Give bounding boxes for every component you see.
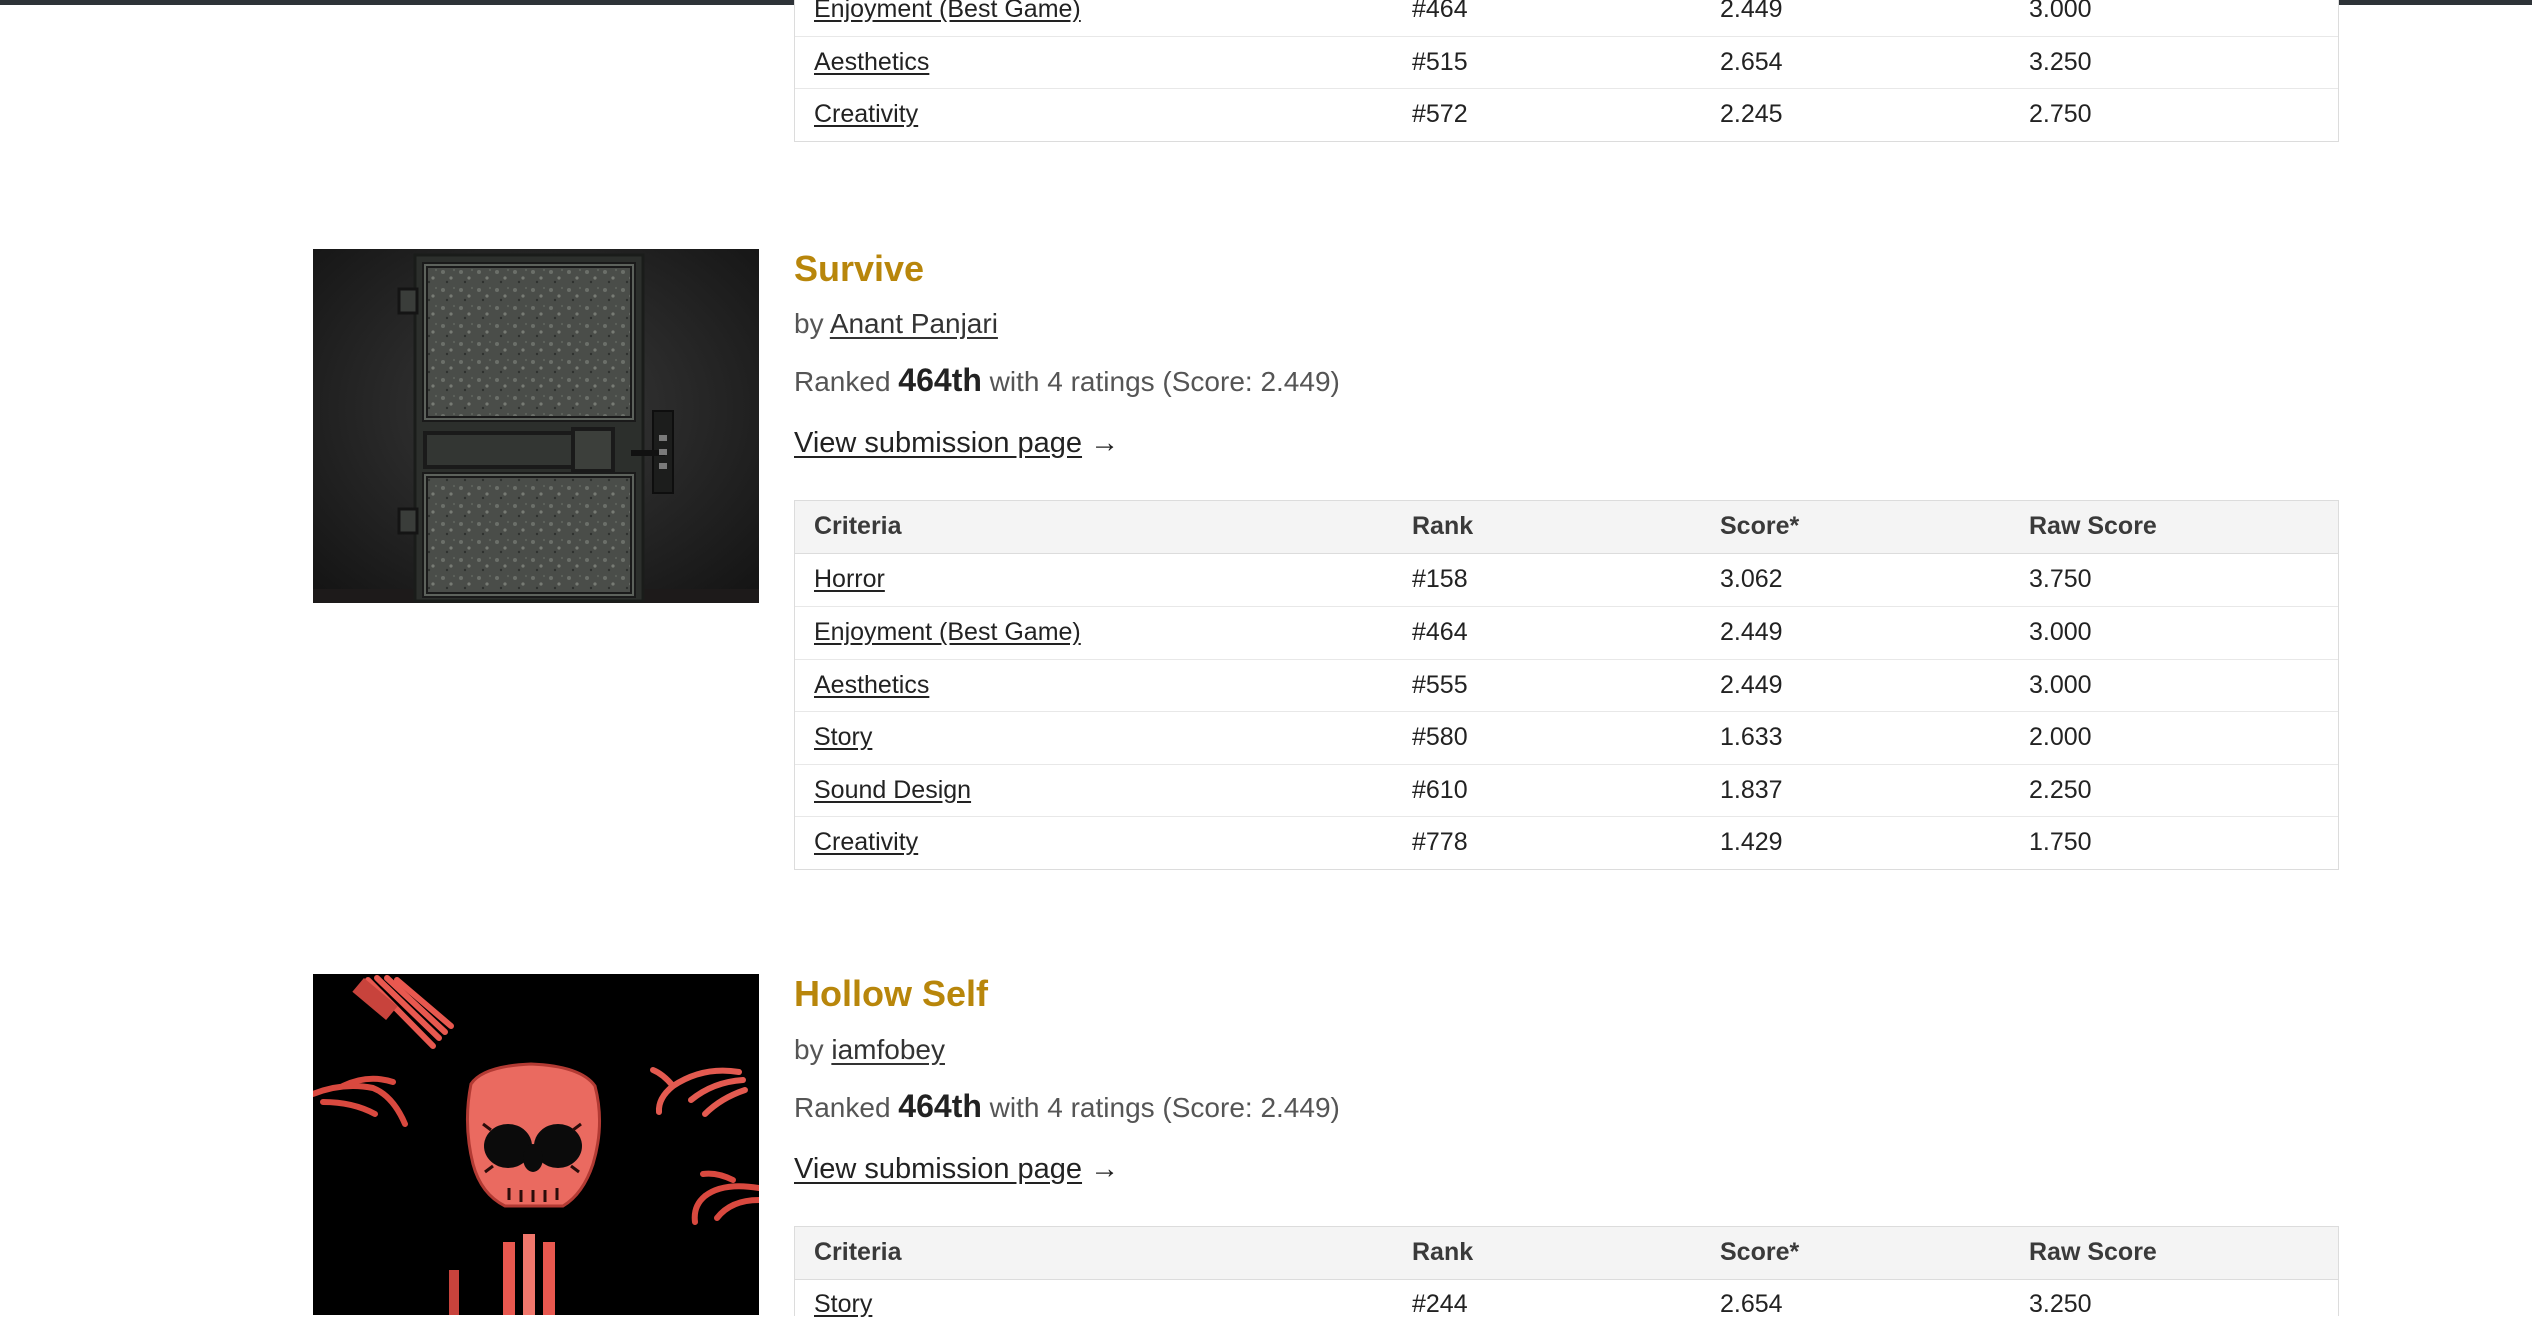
raw-score-cell: 3.750 [2029, 565, 2092, 594]
by-prefix: by [794, 308, 824, 339]
score-cell: 2.245 [1720, 100, 1783, 129]
previous-entry-results-table: Enjoyment (Best Game) #464 2.449 3.000 A… [794, 0, 2339, 142]
table-row: Aesthetics #555 2.449 3.000 [795, 658, 2338, 712]
criteria-link[interactable]: Sound Design [814, 776, 971, 804]
header-raw-score: Raw Score [2029, 512, 2157, 541]
rank-cell: #464 [1412, 618, 1468, 647]
header-rank: Rank [1412, 1238, 1474, 1267]
criteria-link[interactable]: Enjoyment (Best Game) [814, 618, 1081, 646]
score-cell: 1.429 [1720, 828, 1783, 857]
table-row: Creativity #778 1.429 1.750 [795, 816, 2338, 869]
view-submission-label: View submission page [794, 1153, 1083, 1185]
raw-score-cell: 3.250 [2029, 47, 2092, 76]
survive-results-table: Criteria Rank Score* Raw Score Horror #1… [794, 500, 2339, 870]
byline: by Anant Panjari [794, 308, 998, 340]
rank-cell: #610 [1412, 775, 1468, 804]
hollow-self-results-table: Criteria Rank Score* Raw Score Story #24… [794, 1226, 2339, 1318]
raw-score-cell: 1.750 [2029, 828, 2092, 857]
score-cell: 2.449 [1720, 670, 1783, 699]
table-row: Enjoyment (Best Game) #464 2.449 3.000 [795, 606, 2338, 659]
table-row: Horror #158 3.062 3.750 [795, 554, 2338, 607]
raw-score-cell: 2.750 [2029, 100, 2092, 129]
header-raw-score: Raw Score [2029, 1238, 2157, 1267]
criteria-link[interactable]: Story [814, 1290, 872, 1318]
criteria-link[interactable]: Story [814, 723, 872, 751]
ranked-summary: Ranked 464th with 4 ratings (Score: 2.44… [794, 1088, 1340, 1125]
table-header-row: Criteria Rank Score* Raw Score [795, 1227, 2338, 1280]
criteria-link[interactable]: Enjoyment (Best Game) [814, 0, 1081, 23]
arrow-right-icon: → [1090, 427, 1120, 459]
header-score: Score* [1720, 512, 1800, 541]
byline: by iamfobey [794, 1034, 945, 1066]
survive-thumbnail[interactable] [313, 249, 759, 603]
rank-cell: #244 [1412, 1289, 1468, 1318]
score-cell: 2.449 [1720, 618, 1783, 647]
table-header-row: Criteria Rank Score* Raw Score [795, 501, 2338, 554]
table-row: Sound Design #610 1.837 2.250 [795, 763, 2338, 817]
view-submission-link[interactable]: View submission page → [794, 1153, 1119, 1186]
rank-cell: #572 [1412, 100, 1468, 129]
raw-score-cell: 3.250 [2029, 1289, 2092, 1318]
raw-score-cell: 2.250 [2029, 775, 2092, 804]
score-cell: 2.654 [1720, 1289, 1783, 1318]
header-score: Score* [1720, 1238, 1800, 1267]
table-row: Aesthetics #515 2.654 3.250 [795, 35, 2338, 89]
rank-value: 464th [898, 362, 982, 398]
rank-value: 464th [898, 1088, 982, 1124]
raw-score-cell: 2.000 [2029, 723, 2092, 752]
score-cell: 2.654 [1720, 47, 1783, 76]
score-cell: 3.062 [1720, 565, 1783, 594]
rank-cell: #778 [1412, 828, 1468, 857]
criteria-link[interactable]: Aesthetics [814, 671, 929, 699]
ranked-suffix: with 4 ratings (Score: 2.449) [989, 1092, 1340, 1123]
score-cell: 1.837 [1720, 775, 1783, 804]
ranked-summary: Ranked 464th with 4 ratings (Score: 2.44… [794, 362, 1340, 399]
rank-cell: #515 [1412, 47, 1468, 76]
entry-title-hollow-self[interactable]: Hollow Self [794, 973, 988, 1015]
table-row: Story #580 1.633 2.000 [795, 711, 2338, 764]
table-row: Creativity #572 2.245 2.750 [795, 88, 2338, 141]
door-thumbnail-icon [313, 249, 759, 603]
rank-cell: #464 [1412, 0, 1468, 23]
ranked-suffix: with 4 ratings (Score: 2.449) [989, 366, 1340, 397]
criteria-link[interactable]: Aesthetics [814, 48, 929, 76]
ranked-prefix: Ranked [794, 366, 891, 397]
entry-title-survive[interactable]: Survive [794, 248, 924, 290]
header-criteria: Criteria [814, 1238, 902, 1267]
header-criteria: Criteria [814, 512, 902, 541]
author-link[interactable]: Anant Panjari [830, 308, 998, 339]
rank-cell: #158 [1412, 565, 1468, 594]
table-row: Story #244 2.654 3.250 [795, 1280, 2338, 1318]
criteria-link[interactable]: Horror [814, 565, 885, 593]
header-rank: Rank [1412, 512, 1474, 541]
by-prefix: by [794, 1034, 824, 1065]
raw-score-cell: 3.000 [2029, 0, 2092, 23]
criteria-link[interactable]: Creativity [814, 828, 918, 856]
raw-score-cell: 3.000 [2029, 670, 2092, 699]
skull-thumbnail-icon [313, 974, 759, 1315]
hollow-self-thumbnail[interactable] [313, 974, 759, 1315]
score-cell: 1.633 [1720, 723, 1783, 752]
author-link[interactable]: iamfobey [831, 1034, 945, 1065]
rank-cell: #555 [1412, 670, 1468, 699]
table-row: Enjoyment (Best Game) #464 2.449 3.000 [795, 0, 2338, 36]
arrow-right-icon: → [1090, 1153, 1120, 1185]
criteria-link[interactable]: Creativity [814, 100, 918, 128]
raw-score-cell: 3.000 [2029, 618, 2092, 647]
view-submission-link[interactable]: View submission page → [794, 427, 1119, 460]
ranked-prefix: Ranked [794, 1092, 891, 1123]
view-submission-label: View submission page [794, 427, 1083, 459]
score-cell: 2.449 [1720, 0, 1783, 23]
rank-cell: #580 [1412, 723, 1468, 752]
